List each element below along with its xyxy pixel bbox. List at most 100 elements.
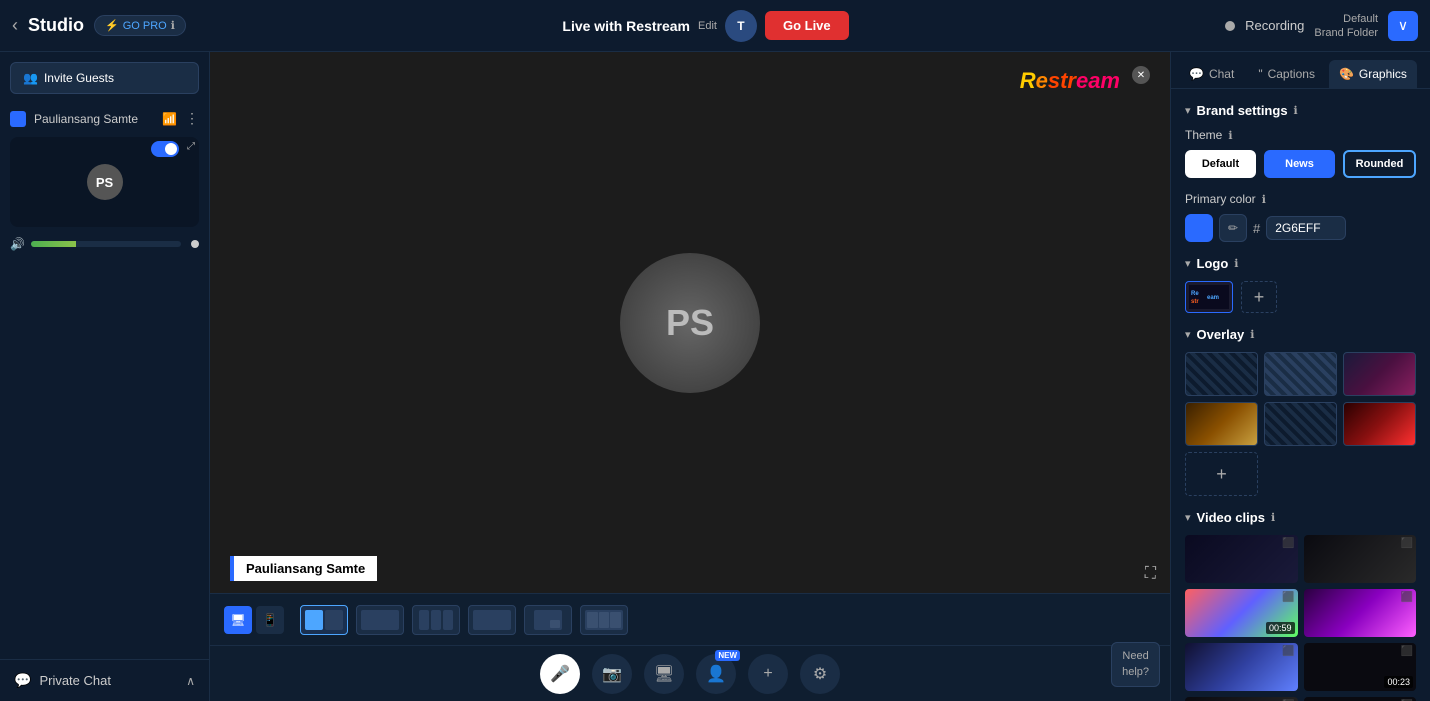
canvas-background: Restream ✕ PS Pauliansang Samte ⛶ — [210, 52, 1170, 593]
video-clip[interactable]: 00:59 ⬛ — [1185, 589, 1298, 637]
chat-tab-label: Chat — [1209, 67, 1234, 81]
add-logo-button[interactable]: + — [1241, 281, 1277, 313]
primary-color-info-icon: ℹ — [1262, 193, 1266, 206]
color-hex-input[interactable] — [1266, 216, 1346, 240]
recording-label: Recording — [1245, 18, 1304, 33]
add-overlay-button[interactable]: + — [1185, 452, 1258, 496]
go-live-button[interactable]: Go Live — [765, 11, 849, 40]
tab-graphics[interactable]: 🎨 Graphics — [1329, 60, 1417, 88]
right-tabs: 💬 Chat " Captions 🎨 Graphics — [1171, 52, 1430, 89]
microphone-button[interactable]: 🎤 — [540, 654, 580, 694]
overlay-transparent[interactable] — [1185, 352, 1258, 396]
layout-thirds-button[interactable] — [412, 605, 460, 635]
tab-chat[interactable]: 💬 Chat — [1179, 60, 1244, 88]
brand-settings-info-icon: ℹ — [1294, 104, 1298, 117]
studio-title: Studio — [28, 15, 84, 36]
brand-settings-header[interactable]: ▾ Brand settings ℹ — [1185, 103, 1416, 118]
invite-label: Invite Guests — [44, 71, 114, 85]
theme-news-button[interactable]: News — [1264, 150, 1335, 178]
layout-split-button[interactable] — [300, 605, 348, 635]
camera-button[interactable]: 📷 — [592, 654, 632, 694]
guest-video-area: ⤢ PS — [10, 137, 199, 227]
audio-track — [31, 241, 181, 247]
logo-thumbnail[interactable]: Re str eam — [1185, 281, 1233, 313]
mobile-view-button[interactable]: 📱 — [256, 606, 284, 634]
audio-bar: 🔊 — [0, 231, 209, 257]
clip-icon: ⬛ — [1401, 538, 1413, 549]
default-brand-info: Default Brand Folder — [1314, 12, 1378, 38]
video-clip[interactable]: ⬛ — [1304, 697, 1417, 701]
add-media-button[interactable]: + — [748, 654, 788, 694]
color-row: ✏ # — [1185, 214, 1416, 242]
video-toggle[interactable] — [151, 141, 179, 157]
settings-icon: ⚙ — [813, 664, 827, 684]
theme-rounded-button[interactable]: Rounded — [1343, 150, 1416, 178]
clip-duration-badge: 00:59 — [1266, 622, 1295, 634]
overlay-gradient-pink[interactable] — [1343, 352, 1416, 396]
chevron-up-icon: ∧ — [186, 674, 195, 688]
clip-icon: ⬛ — [1401, 592, 1413, 603]
edit-color-button[interactable]: ✏ — [1219, 214, 1247, 242]
audio-knob[interactable] — [191, 240, 199, 248]
person-icon: 👤 — [706, 664, 726, 684]
settings-button[interactable]: ⚙ — [800, 654, 840, 694]
video-clip[interactable]: ⬛ — [1304, 535, 1417, 583]
close-watermark-button[interactable]: ✕ — [1132, 66, 1150, 84]
overlay-gradient-red[interactable] — [1343, 402, 1416, 446]
captions-tab-label: Captions — [1268, 67, 1315, 81]
signal-icon: 📶 — [162, 112, 177, 126]
need-help-button[interactable]: Needhelp? — [1111, 642, 1160, 687]
theme-label: Theme — [1185, 128, 1222, 142]
video-clip[interactable]: 00:29 ⬛ — [1185, 697, 1298, 701]
screen-share-button[interactable]: 🖥 — [644, 654, 684, 694]
video-clip[interactable]: 00:23 ⬛ — [1304, 643, 1417, 691]
theme-row: Default News Rounded — [1185, 150, 1416, 178]
theme-default-button[interactable]: Default — [1185, 150, 1256, 178]
left-panel: 👥 Invite Guests Pauliansang Samte 📶 ⋮ ⤢ … — [0, 52, 210, 701]
expand-small-icon[interactable]: ⤢ — [187, 141, 195, 152]
video-clip[interactable]: ⬛ — [1304, 589, 1417, 637]
cam-icon: 📷 — [602, 664, 622, 684]
overlay-checkered[interactable] — [1264, 352, 1337, 396]
graphics-tab-label: Graphics — [1359, 67, 1407, 81]
more-options-icon[interactable]: ⋮ — [185, 110, 199, 127]
invite-icon: 👥 — [23, 71, 38, 85]
expand-button[interactable]: ∨ — [1388, 11, 1418, 41]
desktop-view-button[interactable]: 🖥 — [224, 606, 252, 634]
gopro-icon: ⚡ — [105, 19, 119, 32]
back-button[interactable]: ‹ — [12, 15, 18, 36]
fullscreen-button[interactable]: ⛶ — [1145, 565, 1156, 583]
video-clips-grid: ⬛ ⬛ 00:59 ⬛ ⬛ ⬛ 00:23 ⬛ — [1185, 535, 1416, 701]
main-layout: 👥 Invite Guests Pauliansang Samte 📶 ⋮ ⤢ … — [0, 52, 1430, 701]
add-person-button[interactable]: 👤 NEW — [696, 654, 736, 694]
primary-color-label: Primary color — [1185, 192, 1256, 206]
gopro-badge[interactable]: ⚡ GO PRO ℹ — [94, 15, 186, 36]
color-swatch[interactable] — [1185, 214, 1213, 242]
layout-single-button[interactable] — [356, 605, 404, 635]
invite-guests-button[interactable]: 👥 Invite Guests — [10, 62, 199, 94]
layout-wide-button[interactable] — [468, 605, 516, 635]
overlay-gradient-gold[interactable] — [1185, 402, 1258, 446]
presenter-avatar: PS — [620, 253, 760, 393]
layout-pip-button[interactable] — [524, 605, 572, 635]
primary-color-label-row: Primary color ℹ — [1185, 192, 1416, 206]
graphics-tab-icon: 🎨 — [1339, 67, 1354, 81]
new-badge: NEW — [715, 650, 740, 661]
video-clips-header[interactable]: ▾ Video clips ℹ — [1185, 510, 1416, 525]
video-clip[interactable]: ⬛ — [1185, 643, 1298, 691]
overlay-info-icon: ℹ — [1250, 328, 1254, 341]
user-avatar[interactable]: T — [725, 10, 757, 42]
restream-watermark: Restream — [1020, 68, 1120, 94]
video-clip[interactable]: ⬛ — [1185, 535, 1298, 583]
edit-button[interactable]: Edit — [698, 20, 717, 32]
recording-dot — [1225, 21, 1235, 31]
brand-settings-title: Brand settings — [1197, 103, 1288, 118]
overlay-header[interactable]: ▾ Overlay ℹ — [1185, 327, 1416, 342]
logo-header[interactable]: ▾ Logo ℹ — [1185, 256, 1416, 271]
private-chat-bar[interactable]: 💬 Private Chat ∧ — [0, 660, 209, 701]
overlay-transparent2[interactable] — [1264, 402, 1337, 446]
layout-bar: 🖥 📱 — [210, 593, 1170, 645]
layout-filmstrip-button[interactable] — [580, 605, 628, 635]
tab-captions[interactable]: " Captions — [1248, 60, 1325, 88]
default-label: Default — [1314, 12, 1378, 26]
